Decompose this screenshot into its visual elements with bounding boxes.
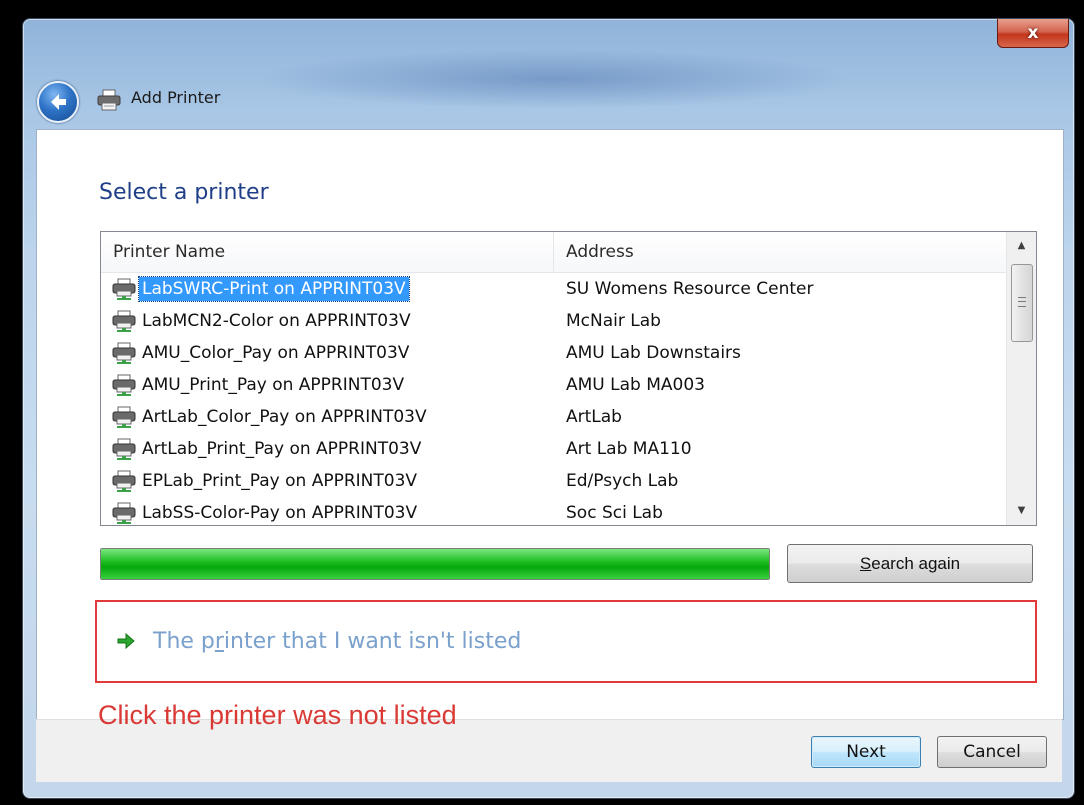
network-printer-icon (112, 470, 136, 492)
printer-name: EPLab_Print_Pay on APPRINT03V (142, 471, 418, 491)
window-title: Add Printer (131, 88, 221, 107)
add-printer-window: x Add Printer Select a printer Printer N… (22, 18, 1075, 799)
screen: x Add Printer Select a printer Printer N… (0, 0, 1084, 805)
close-button[interactable]: x (997, 19, 1069, 48)
printer-row[interactable]: ArtLab_Color_Pay on APPRINT03V ArtLab (101, 401, 1006, 433)
glass-background (253, 49, 853, 109)
printer-row[interactable]: LabSS-Color-Pay on APPRINT03V Soc Sci La… (101, 497, 1006, 525)
back-button[interactable] (37, 81, 79, 123)
printer-rows: LabSWRC-Print on APPRINT03V SU Womens Re… (101, 273, 1006, 525)
cancel-button[interactable]: Cancel (937, 736, 1047, 768)
list-header: Printer Name Address (101, 232, 1006, 273)
printer-not-listed-link[interactable]: The printer that I want isn't listed (115, 624, 521, 658)
printer-row[interactable]: ArtLab_Print_Pay on APPRINT03V Art Lab M… (101, 433, 1006, 465)
printer-name: LabSWRC-Print on APPRINT03V (138, 276, 410, 302)
network-printer-icon (112, 310, 136, 332)
page-heading: Select a printer (99, 180, 269, 205)
printer-address: ArtLab (566, 407, 622, 427)
network-printer-icon (112, 342, 136, 364)
printer-row[interactable]: AMU_Print_Pay on APPRINT03V AMU Lab MA00… (101, 369, 1006, 401)
printer-name: AMU_Color_Pay on APPRINT03V (142, 343, 410, 363)
search-progress-bar (100, 548, 770, 580)
printer-name: ArtLab_Print_Pay on APPRINT03V (142, 439, 422, 459)
printer-row[interactable]: LabMCN2-Color on APPRINT03V McNair Lab (101, 305, 1006, 337)
printer-icon (97, 89, 121, 111)
printer-name: ArtLab_Color_Pay on APPRINT03V (142, 407, 427, 427)
search-again-button[interactable]: Search again (787, 544, 1033, 583)
printer-address: Soc Sci Lab (566, 503, 663, 523)
grip-icon (1018, 297, 1026, 307)
green-arrow-icon (117, 632, 135, 650)
vertical-scrollbar[interactable]: ▲ ▼ (1006, 232, 1036, 525)
printer-row[interactable]: LabSWRC-Print on APPRINT03V SU Womens Re… (101, 273, 1006, 305)
scroll-down-arrow-icon[interactable]: ▼ (1007, 497, 1036, 525)
search-again-label: earch again (871, 553, 961, 573)
annotation-text: Click the printer was not listed (98, 700, 457, 730)
printer-address: AMU Lab MA003 (566, 375, 705, 395)
network-printer-icon (112, 406, 136, 428)
printer-name: LabMCN2-Color on APPRINT03V (142, 311, 411, 331)
network-printer-icon (112, 374, 136, 396)
network-printer-icon (112, 502, 136, 524)
column-header-printer-name[interactable]: Printer Name (101, 232, 554, 272)
printer-row[interactable]: EPLab_Print_Pay on APPRINT03V Ed/Psych L… (101, 465, 1006, 497)
highlight-box: The printer that I want isn't listed (95, 600, 1037, 683)
progress-fill (101, 549, 769, 579)
scroll-up-arrow-icon[interactable]: ▲ (1007, 232, 1036, 260)
scroll-thumb[interactable] (1011, 264, 1033, 342)
printer-address: McNair Lab (566, 311, 661, 331)
printer-address: AMU Lab Downstairs (566, 343, 741, 363)
printer-address: Ed/Psych Lab (566, 471, 679, 491)
column-header-address[interactable]: Address (554, 232, 1006, 272)
wizard-content: Select a printer Printer Name Address La… (36, 129, 1064, 730)
network-printer-icon (112, 278, 136, 300)
printer-name: AMU_Print_Pay on APPRINT03V (142, 375, 405, 395)
printer-address: Art Lab MA110 (566, 439, 692, 459)
printer-list[interactable]: Printer Name Address LabSWRC-Print on AP… (100, 231, 1037, 526)
printer-address: SU Womens Resource Center (566, 279, 814, 299)
printer-name: LabSS-Color-Pay on APPRINT03V (142, 503, 418, 523)
network-printer-icon (112, 438, 136, 460)
printer-not-listed-label: The printer that I want isn't listed (153, 628, 522, 654)
printer-row[interactable]: AMU_Color_Pay on APPRINT03V AMU Lab Down… (101, 337, 1006, 369)
next-button[interactable]: Next (811, 736, 921, 768)
search-again-accesskey: S (859, 553, 872, 573)
back-arrow-icon (51, 94, 66, 110)
